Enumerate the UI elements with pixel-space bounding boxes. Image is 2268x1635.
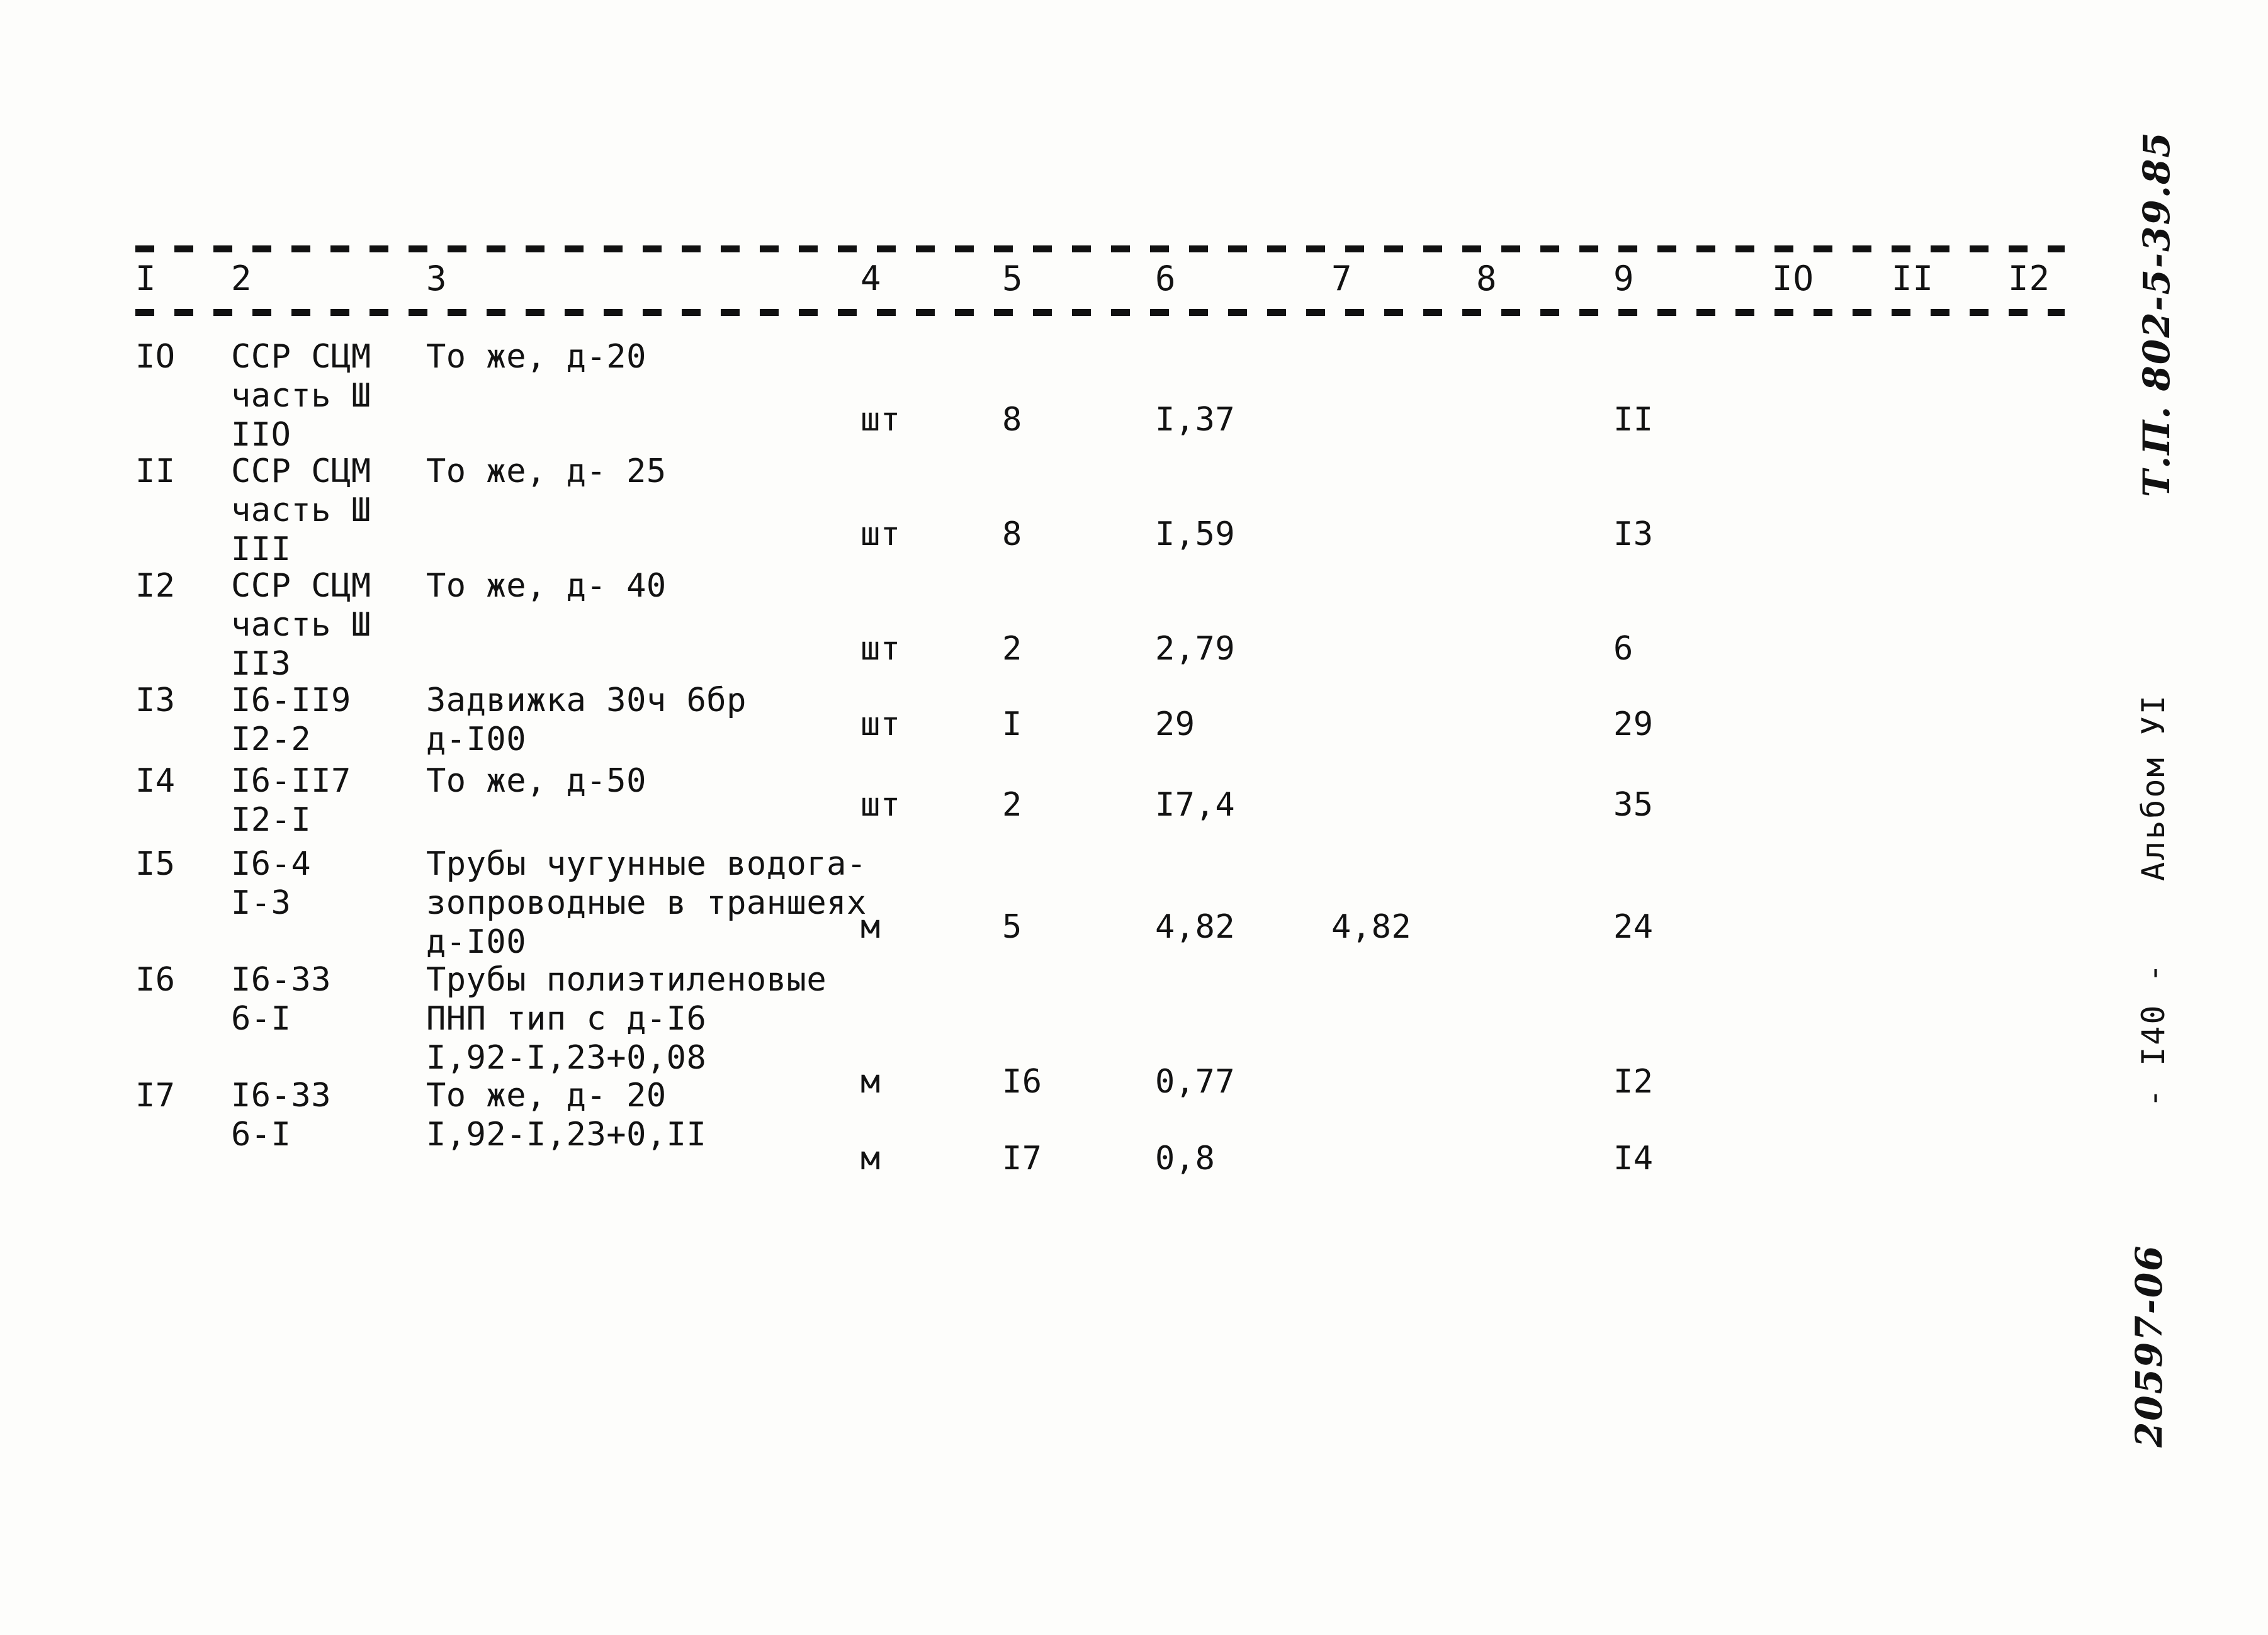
row-unit: шт	[860, 786, 901, 824]
row-quantity: 8	[1002, 401, 1022, 439]
column-header-8: 8	[1476, 259, 1498, 298]
row-value-9: I2	[1613, 1063, 1654, 1101]
archive-code: 20597-06	[2128, 1244, 2170, 1447]
row-code: I6-II9 I2-2	[231, 682, 351, 758]
row-unit: м	[860, 908, 881, 946]
row-value-6: 0,77	[1155, 1063, 1236, 1101]
row-number: I4	[135, 762, 176, 800]
row-quantity: 2	[1002, 786, 1022, 824]
column-header-5: 5	[1002, 259, 1024, 298]
table-header-row: I 2 3 4 5 6 7 8 9 IO II I2	[135, 252, 2065, 309]
row-value-9: 29	[1613, 705, 1654, 743]
row-value-6: 2,79	[1155, 630, 1236, 668]
column-header-7: 7	[1331, 259, 1353, 298]
row-quantity: I7	[1002, 1140, 1042, 1177]
row-number: I5	[135, 845, 176, 883]
row-quantity: 5	[1002, 908, 1022, 946]
row-code: I6-II7 I2-I	[231, 762, 351, 839]
row-quantity: I6	[1002, 1063, 1042, 1101]
column-header-6: 6	[1155, 259, 1176, 298]
row-value-9: II	[1613, 401, 1654, 439]
document-code: Т.П. 802-5-39.85	[2135, 131, 2178, 497]
row-unit: шт	[860, 705, 901, 743]
row-value-7: 4,82	[1331, 908, 1412, 946]
row-value-9: I3	[1613, 515, 1654, 553]
column-header-12: I2	[2008, 259, 2051, 298]
row-value-6: I7,4	[1155, 786, 1236, 824]
row-value-9: I4	[1613, 1140, 1654, 1177]
row-code: I6-4 I-3	[231, 845, 312, 922]
page-number: - I40 -	[2135, 962, 2172, 1108]
row-number: I2	[135, 567, 176, 605]
row-value-9: 6	[1613, 630, 1633, 668]
row-value-6: 29	[1155, 705, 1195, 743]
estimate-table: I 2 3 4 5 6 7 8 9 IO II I2 IO ССР СЦМ част…	[135, 245, 2065, 1177]
column-header-11: II	[1892, 259, 1934, 298]
column-header-1: I	[135, 259, 157, 298]
row-unit: шт	[860, 515, 901, 553]
row-description: То же, д- 20 I,92-I,23+0,II	[426, 1077, 707, 1154]
row-quantity: 2	[1002, 630, 1022, 668]
table-rule-top	[135, 245, 2065, 252]
column-header-9: 9	[1613, 259, 1635, 298]
row-value-6: I,59	[1155, 515, 1236, 553]
row-description: То же, д-20	[426, 338, 646, 376]
row-description: То же, д-50	[426, 762, 646, 800]
row-number: IO	[135, 338, 176, 376]
row-value-6: I,37	[1155, 401, 1236, 439]
row-description: Трубы чугунные водога-зопроводные в тран…	[426, 845, 867, 961]
row-description: То же, д- 40	[426, 567, 667, 605]
column-header-3: 3	[426, 259, 448, 298]
column-header-2: 2	[231, 259, 252, 298]
row-unit: шт	[860, 630, 901, 668]
table-body: IO ССР СЦМ часть Ш IIO То же, д-20 шт 8 I,37 II I…	[135, 337, 2065, 1177]
row-value-6: 0,8	[1155, 1140, 1216, 1177]
row-unit: шт	[860, 401, 901, 439]
row-number: I3	[135, 682, 176, 719]
row-number: I7	[135, 1077, 176, 1115]
row-description: Задвижка 30ч 6бр д-I00	[426, 682, 747, 758]
row-code: I6-33 6-I	[231, 1077, 332, 1154]
row-code: ССР СЦМ часть Ш IIO	[231, 338, 371, 454]
row-number: I6	[135, 961, 176, 999]
row-code: ССР СЦМ часть Ш III	[231, 452, 371, 568]
row-value-9: 24	[1613, 908, 1654, 946]
scanned-page: I 2 3 4 5 6 7 8 9 IO II I2 IO ССР СЦМ част…	[0, 0, 2268, 1635]
row-quantity: I	[1002, 705, 1022, 743]
row-number: II	[135, 452, 176, 490]
row-unit: м	[860, 1140, 881, 1177]
row-code: ССР СЦМ часть Ш II3	[231, 567, 371, 683]
row-value-6: 4,82	[1155, 908, 1236, 946]
table-rule-bottom	[135, 309, 2065, 316]
row-value-9: 35	[1613, 786, 1654, 824]
row-description: Трубы полиэтиленовые ПНП тип с д-I6 I,92-I…	[426, 961, 827, 1077]
album-label: Альбом УI	[2135, 694, 2172, 881]
column-header-4: 4	[860, 259, 882, 298]
row-code: I6-33 6-I	[231, 961, 332, 1038]
column-header-10: IO	[1772, 259, 1815, 298]
row-quantity: 8	[1002, 515, 1022, 553]
row-unit: м	[860, 1063, 881, 1101]
row-description: То же, д- 25	[426, 452, 667, 490]
